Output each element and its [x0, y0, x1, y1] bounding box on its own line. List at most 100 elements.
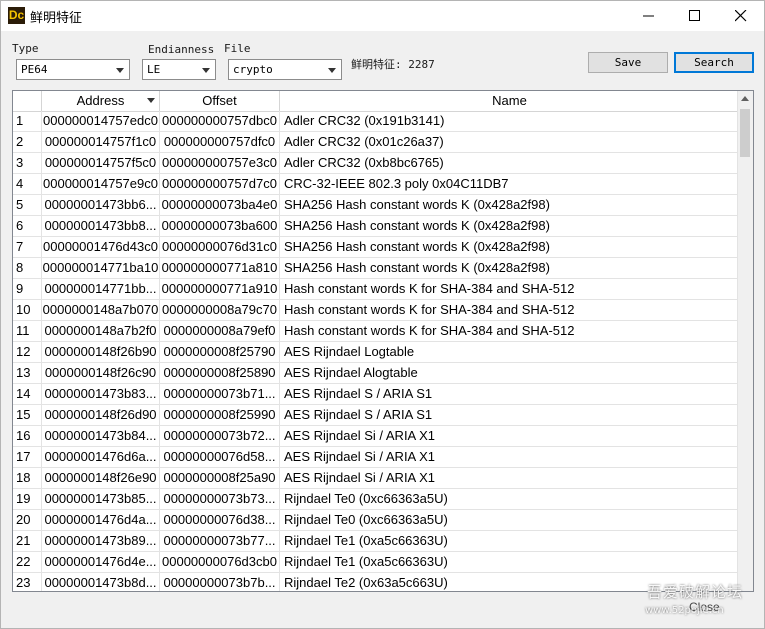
table-row[interactable]: 14 00000001473b83... 00000000073b71... AES …: [13, 384, 739, 405]
name-cell: SHA256 Hash constant words K (0x428a2f98…: [284, 239, 550, 254]
table-row[interactable]: 15 0000000148f26d90 0000000008f25990 AES Ri…: [13, 405, 739, 426]
column-header-offset[interactable]: Offset: [160, 91, 280, 111]
table-row[interactable]: 4 000000014757e9c0 000000000757d7c0 CRC-32-…: [13, 174, 739, 195]
row-index-cell: 2: [13, 132, 42, 152]
table-row[interactable]: 2 000000014757f1c0 000000000757dfc0 Adler C…: [13, 132, 739, 153]
name-cell: AES Rijndael Logtable: [284, 344, 415, 359]
row-index-cell: 22: [13, 552, 42, 572]
name-cell: Hash constant words K for SHA-384 and SH…: [284, 323, 575, 338]
vertical-scrollbar[interactable]: [737, 91, 753, 591]
table-row[interactable]: 12 0000000148f26b90 0000000008f25790 AES Ri…: [13, 342, 739, 363]
row-index-cell: 14: [13, 384, 42, 404]
column-header-address[interactable]: Address: [42, 91, 160, 111]
offset-cell: 00000000073ba600: [160, 216, 280, 236]
address-cell: 00000001473b84...: [42, 426, 160, 446]
name-cell: Rijndael Te1 (0xa5c66363U): [284, 533, 448, 548]
main-window: Dc 鲜明特征 Type PE64 Endianness LE File cry…: [0, 0, 765, 629]
minimize-button[interactable]: [626, 1, 672, 31]
table-row[interactable]: 17 00000001476d6a... 00000000076d58... AES …: [13, 447, 739, 468]
close-window-button[interactable]: [718, 1, 764, 31]
row-index-cell: 15: [13, 405, 42, 425]
offset-cell: 00000000073b72...: [160, 426, 280, 446]
offset-cell: 000000000757e3c0: [160, 153, 280, 173]
file-select[interactable]: crypto: [228, 59, 342, 80]
row-index-cell: 18: [13, 468, 42, 488]
table-row[interactable]: 5 00000001473bb6... 00000000073ba4e0 SHA256…: [13, 195, 739, 216]
address-cell: 0000000148f26b90: [42, 342, 160, 362]
address-cell: 0000000148f26c90: [42, 363, 160, 383]
offset-cell: 00000000073ba4e0: [160, 195, 280, 215]
save-button[interactable]: Save: [588, 52, 668, 73]
offset-cell: 00000000073b7b...: [160, 573, 280, 591]
name-cell: Rijndael Te1 (0xa5c66363U): [284, 554, 448, 569]
table-row[interactable]: 3 000000014757f5c0 000000000757e3c0 Adler C…: [13, 153, 739, 174]
offset-cell: 0000000008a79c70: [160, 300, 280, 320]
offset-cell: 0000000008f25790: [160, 342, 280, 362]
table-row[interactable]: 19 00000001473b85... 00000000073b73... Rijn…: [13, 489, 739, 510]
watermark-line1: 吾爱破解论坛: [647, 583, 744, 601]
name-cell: SHA256 Hash constant words K (0x428a2f98…: [284, 260, 550, 275]
table-row[interactable]: 11 0000000148a7b2f0 0000000008a79ef0 Hash c…: [13, 321, 739, 342]
table-row[interactable]: 21 00000001473b89... 00000000073b77... Rijn…: [13, 531, 739, 552]
row-index-cell: 21: [13, 531, 42, 551]
offset-cell: 00000000073b77...: [160, 531, 280, 551]
row-index-cell: 20: [13, 510, 42, 530]
offset-cell: 000000000771a910: [160, 279, 280, 299]
offset-cell: 000000000757dbc0: [160, 111, 280, 131]
address-cell: 00000001476d4e...: [42, 552, 160, 572]
offset-cell: 000000000757d7c0: [160, 174, 280, 194]
table-row[interactable]: 10 0000000148a7b070 0000000008a79c70 Hash c…: [13, 300, 739, 321]
row-index-cell: 8: [13, 258, 42, 278]
table-row[interactable]: 18 0000000148f26e90 0000000008f25a90 AES Ri…: [13, 468, 739, 489]
table-row[interactable]: 6 00000001473bb8... 00000000073ba600 SHA256…: [13, 216, 739, 237]
address-cell: 0000000148a7b2f0: [42, 321, 160, 341]
endianness-select-value: LE: [147, 63, 161, 76]
table-row[interactable]: 16 00000001473b84... 00000000073b72... AES …: [13, 426, 739, 447]
column-header-name[interactable]: Name: [280, 91, 739, 111]
table-row[interactable]: 20 00000001476d4a... 00000000076d38... Rijn…: [13, 510, 739, 531]
row-index-cell: 23: [13, 573, 42, 591]
address-cell: 00000001473bb6...: [42, 195, 160, 215]
name-cell: AES Rijndael Si / ARIA X1: [284, 449, 436, 464]
row-index-cell: 4: [13, 174, 42, 194]
name-cell: AES Rijndael S / ARIA S1: [284, 386, 433, 401]
name-cell: SHA256 Hash constant words K (0x428a2f98…: [284, 197, 550, 212]
row-index-cell: 17: [13, 447, 42, 467]
file-label: File: [224, 42, 251, 55]
watermark-line2: www.52pojie.cn: [645, 605, 724, 616]
offset-cell: 00000000076d3cb0: [160, 552, 280, 572]
address-cell: 000000014757edc0: [42, 111, 160, 131]
search-button[interactable]: Search: [674, 52, 754, 73]
name-cell: AES Rijndael Si / ARIA X1: [284, 428, 436, 443]
maximize-icon: [689, 10, 700, 21]
scroll-up-icon[interactable]: [741, 96, 749, 101]
table-row[interactable]: 8 000000014771ba10 000000000771a810 SHA256 …: [13, 258, 739, 279]
window-title: 鲜明特征: [30, 11, 83, 26]
endianness-label: Endianness: [148, 43, 215, 56]
results-table: Address Offset Name 1 000000014757edc0 000…: [12, 90, 754, 592]
row-index-cell: 16: [13, 426, 42, 446]
maximize-button[interactable]: [672, 1, 718, 31]
endianness-select[interactable]: LE: [142, 59, 216, 80]
scrollbar-thumb[interactable]: [740, 109, 750, 157]
table-row[interactable]: 13 0000000148f26c90 0000000008f25890 AES Ri…: [13, 363, 739, 384]
row-index-cell: 5: [13, 195, 42, 215]
name-cell: Hash constant words K for SHA-384 and SH…: [284, 281, 575, 296]
type-select[interactable]: PE64: [16, 59, 130, 80]
name-cell: CRC-32-IEEE 802.3 poly 0x04C11DB7: [284, 176, 509, 191]
name-cell: Hash constant words K for SHA-384 and SH…: [284, 302, 575, 317]
offset-cell: 00000000076d58...: [160, 447, 280, 467]
address-cell: 00000001476d6a...: [42, 447, 160, 467]
table-row[interactable]: 9 000000014771bb... 000000000771a910 Hash c…: [13, 279, 739, 300]
address-cell: 0000000148a7b070: [42, 300, 160, 320]
address-cell: 00000001473b8d...: [42, 573, 160, 591]
offset-cell: 000000000757dfc0: [160, 132, 280, 152]
table-row[interactable]: 1 000000014757edc0 000000000757dbc0 Adler C…: [13, 111, 739, 132]
table-row[interactable]: 23 00000001473b8d... 00000000073b7b... Rijn…: [13, 573, 739, 591]
name-cell: Adler CRC32 (0x191b3141): [284, 113, 445, 128]
name-cell: Rijndael Te0 (0xc66363a5U): [284, 512, 448, 527]
name-cell: Adler CRC32 (0x01c26a37): [284, 134, 444, 149]
column-header-index[interactable]: [13, 91, 42, 111]
table-row[interactable]: 7 00000001476d43c0 00000000076d31c0 SHA256 …: [13, 237, 739, 258]
table-row[interactable]: 22 00000001476d4e... 00000000076d3cb0 Rijnd…: [13, 552, 739, 573]
